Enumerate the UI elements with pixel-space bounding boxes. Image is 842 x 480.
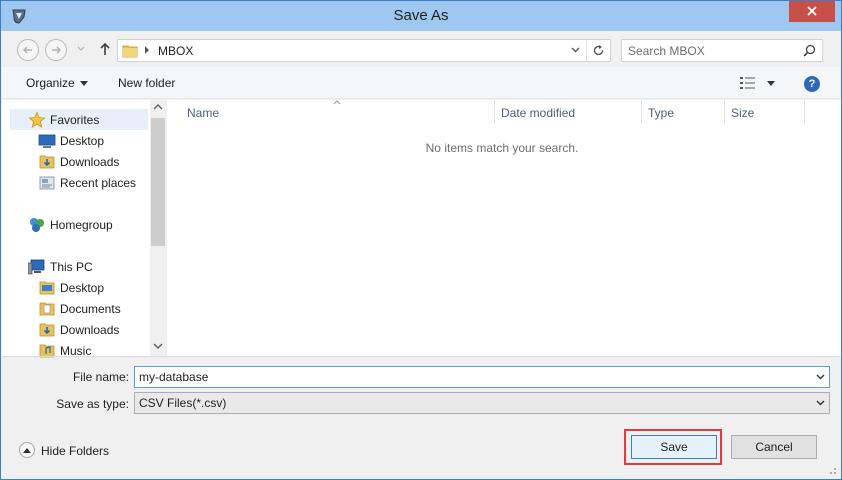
refresh-icon <box>593 45 604 56</box>
address-bar[interactable]: MBOX <box>117 39 611 62</box>
navigation-pane-scrollbar[interactable] <box>150 100 166 356</box>
scroll-up-icon[interactable] <box>153 104 163 110</box>
save-as-type-label: Save as type: <box>56 397 129 411</box>
arrow-right-icon <box>52 46 61 54</box>
empty-list-message: No items match your search. <box>425 141 579 155</box>
chevron-down-icon[interactable] <box>816 374 825 380</box>
downloads-folder-icon <box>39 323 55 337</box>
recent-places-icon <box>39 176 55 190</box>
breadcrumb-chevron-icon[interactable] <box>144 46 150 54</box>
search-box[interactable] <box>621 39 823 62</box>
title-bar[interactable]: Save As <box>1 1 841 31</box>
caret-down-icon[interactable] <box>80 81 88 86</box>
cancel-button[interactable]: Cancel <box>731 435 817 459</box>
forward-button[interactable] <box>45 39 67 61</box>
column-header-size[interactable]: Size <box>725 100 805 124</box>
resize-grip-icon[interactable] <box>827 465 837 475</box>
column-header-name[interactable]: Name <box>181 100 495 124</box>
address-path-text[interactable]: MBOX <box>158 44 193 58</box>
view-options-caret-icon[interactable] <box>767 81 775 86</box>
new-folder-button[interactable]: New folder <box>118 76 175 90</box>
navigation-row: MBOX <box>9 37 833 63</box>
filename-input[interactable] <box>139 369 799 385</box>
nav-item-label: Documents <box>60 302 121 316</box>
recent-locations-chevron-icon[interactable] <box>77 46 85 52</box>
desktop-icon <box>38 134 56 148</box>
divider <box>2 356 840 357</box>
refresh-button[interactable] <box>586 40 610 61</box>
computer-icon <box>28 259 45 275</box>
nav-item-label: This PC <box>50 260 93 274</box>
documents-folder-icon <box>39 302 55 316</box>
hide-folders-label: Hide Folders <box>41 444 110 458</box>
close-button[interactable] <box>789 1 835 22</box>
save-as-dialog: Save As MBOX Search MBOX Organize New fo… <box>0 0 842 480</box>
save-as-type-select[interactable]: CSV Files(*.csv) <box>134 392 830 414</box>
nav-item-label: Desktop <box>60 281 105 295</box>
filename-label: File name: <box>72 370 129 384</box>
command-toolbar: Organize New folder ? <box>2 67 840 99</box>
nav-item-label: Favorites <box>50 113 100 127</box>
folder-icon <box>122 45 138 58</box>
downloads-folder-icon <box>39 155 55 169</box>
nav-item-label: Homegroup <box>50 218 113 232</box>
music-folder-icon <box>39 344 55 358</box>
chevron-down-icon[interactable] <box>816 400 825 406</box>
close-icon <box>807 6 817 16</box>
navigation-pane: Favorites Desktop Downloads Recent place… <box>2 100 166 358</box>
address-dropdown-icon[interactable] <box>571 47 580 53</box>
save-as-type-value: CSV Files(*.csv) <box>139 396 227 410</box>
save-button[interactable]: Save <box>631 435 717 459</box>
nav-item-label: Recent places <box>60 176 137 190</box>
view-details-icon[interactable] <box>740 77 756 89</box>
organize-button[interactable]: Organize <box>26 76 75 90</box>
back-button[interactable] <box>17 39 39 61</box>
file-list[interactable]: Name Date modified Type Size No items ma… <box>167 100 841 356</box>
search-input[interactable] <box>628 43 798 59</box>
column-header-type[interactable]: Type <box>642 100 725 124</box>
help-button[interactable]: ? <box>804 76 820 92</box>
nav-item-label: Downloads <box>60 155 120 169</box>
star-icon <box>28 111 46 128</box>
search-icon[interactable] <box>803 44 816 57</box>
arrow-left-icon <box>23 46 32 54</box>
window-title: Save As <box>393 7 449 24</box>
chevron-up-icon <box>23 448 31 453</box>
collapse-circle <box>19 442 35 458</box>
filename-field[interactable] <box>134 366 830 388</box>
homegroup-icon <box>30 218 44 232</box>
column-header-date-modified[interactable]: Date modified <box>495 100 642 124</box>
nav-item-label: Desktop <box>60 134 105 148</box>
scroll-down-icon[interactable] <box>153 343 163 349</box>
folder-icon <box>39 281 55 295</box>
scrollbar-thumb[interactable] <box>151 118 165 246</box>
nav-item-label: Downloads <box>60 323 120 337</box>
up-arrow-icon[interactable] <box>99 42 111 56</box>
